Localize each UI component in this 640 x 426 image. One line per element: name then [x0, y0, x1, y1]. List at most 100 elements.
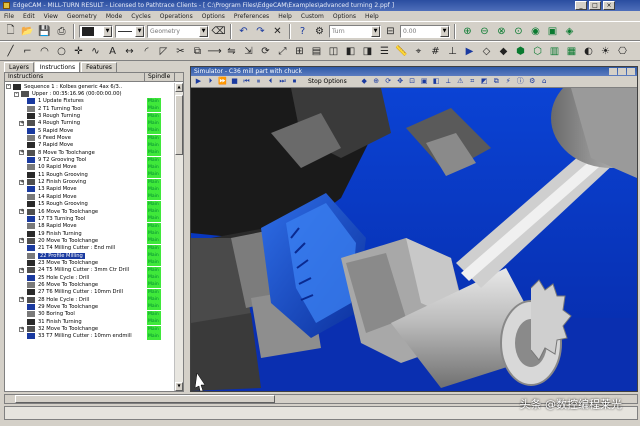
instruction-row[interactable]: 26 Move To Toolchange Main	[5, 281, 175, 289]
instruction-row[interactable]: 19 Finish Turning Main	[5, 230, 175, 238]
fixture-icon[interactable]: ◧	[432, 77, 441, 86]
instruction-row[interactable]: +24 T5 Milling Cutter : 3mm Ctr Drill Mai…	[5, 266, 175, 274]
redo-icon[interactable]: ↷	[253, 24, 268, 39]
tree-expander-icon[interactable]: +	[19, 209, 24, 215]
fast-forward-icon[interactable]: ⏩	[218, 77, 227, 86]
selected-instruction-row[interactable]: 22 Profile Milling Main	[5, 252, 175, 260]
view-cube-icon[interactable]: ◆	[360, 77, 369, 86]
zoom-icon[interactable]: ⊕	[372, 77, 381, 86]
column-instructions[interactable]: Instructions	[5, 73, 145, 81]
tree-expander-icon[interactable]: -	[6, 84, 11, 90]
scroll-thumb[interactable]	[175, 95, 183, 155]
vertical-scrollbar[interactable]: ▲ ▼	[174, 83, 183, 391]
compare-icon[interactable]: ⧉	[492, 77, 501, 86]
column-spindle[interactable]: Spindle	[145, 73, 175, 81]
tab-features[interactable]: Features	[81, 62, 117, 72]
instruction-row[interactable]: 23 Move To Toolchange Main	[5, 259, 175, 267]
zoom-icon[interactable]: ⊕	[460, 24, 475, 39]
redraw-icon[interactable]: ▣	[545, 24, 560, 39]
instruction-row[interactable]: 25 Hole Cycle : Drill Main	[5, 274, 175, 282]
instruction-row[interactable]: 33 T7 Milling Cutter : 10mm endmill Main	[5, 332, 175, 340]
cpl-tool-icon[interactable]: ⊥	[445, 44, 460, 59]
instruction-row[interactable]: 17 T3 Turning Tool Main	[5, 215, 175, 223]
step-back-icon[interactable]: ⏴	[266, 77, 275, 86]
mirror-tool-icon[interactable]: ⇋	[224, 44, 239, 59]
tab-instructions[interactable]: Instructions	[34, 62, 81, 72]
instruction-row[interactable]: 14 Rapid Move Main	[5, 193, 175, 201]
menu-file[interactable]: File	[4, 13, 14, 20]
menu-help[interactable]: Help	[278, 13, 292, 20]
line-tool-icon[interactable]: ╱	[3, 44, 18, 59]
wireframe-icon[interactable]: ◇	[479, 44, 494, 59]
instruction-row[interactable]: 2 T1 Turning Tool Main	[5, 105, 175, 113]
scroll-down-icon[interactable]: ▼	[175, 382, 183, 391]
fit-view-icon[interactable]: ⊡	[408, 77, 417, 86]
menu-geometry[interactable]: Geometry	[67, 13, 97, 20]
menu-preferences[interactable]: Preferences	[234, 13, 269, 20]
rotate-tool-icon[interactable]: ⟳	[258, 44, 273, 59]
solid-tool-icon[interactable]: ◧	[343, 44, 358, 59]
offset-tool-icon[interactable]: ⧉	[190, 44, 205, 59]
side-view-icon[interactable]: ▦	[564, 44, 579, 59]
speed-icon[interactable]: ⚡	[504, 77, 513, 86]
tree-expander-icon[interactable]: +	[19, 120, 24, 126]
render-icon[interactable]: ◐	[581, 44, 596, 59]
grid-tool-icon[interactable]: #	[428, 44, 443, 59]
fillet-tool-icon[interactable]: ◜	[139, 44, 154, 59]
tool-select-icon[interactable]: ⊟	[383, 24, 398, 39]
layer-tool-icon[interactable]: ☰	[377, 44, 392, 59]
instruction-row[interactable]: +16 Move To Toolchange Main	[5, 208, 175, 216]
iso-view-icon[interactable]: ⬢	[513, 44, 528, 59]
menu-custom[interactable]: Custom	[301, 13, 324, 20]
step-icon[interactable]: ⏵	[206, 77, 215, 86]
scroll-up-icon[interactable]: ▲	[175, 83, 183, 92]
geometry-combo[interactable]: Geometry ▼	[147, 24, 209, 38]
simulation-viewport[interactable]	[191, 88, 637, 391]
sim-close-button[interactable]	[627, 68, 635, 75]
stop-icon[interactable]: ■	[230, 77, 239, 86]
linestyle-combo[interactable]: ▼	[115, 24, 145, 38]
instruction-row[interactable]: 3 Rough Turning Main	[5, 112, 175, 120]
value-combo[interactable]: 0.00 ▼	[400, 24, 450, 38]
eraser-icon[interactable]: ⌫	[211, 24, 226, 39]
transform-tool-icon[interactable]: ⇲	[241, 44, 256, 59]
tree-expander-icon[interactable]: +	[19, 297, 24, 303]
instruction-row[interactable]: +12 Finish Grooving Main	[5, 178, 175, 186]
instruction-row[interactable]: 31 Finish Turning Main	[5, 318, 175, 326]
scale-tool-icon[interactable]: ⤢	[275, 44, 290, 59]
surface-tool-icon[interactable]: ◫	[326, 44, 341, 59]
mode-switch-icon[interactable]: ⚙	[312, 24, 327, 39]
sim-minimize-button[interactable]	[609, 68, 617, 75]
instruction-row[interactable]: 11 Rough Grooving Main	[5, 171, 175, 179]
circle-tool-icon[interactable]: ○	[54, 44, 69, 59]
pan-icon[interactable]: ◉	[528, 24, 543, 39]
instruction-row[interactable]: +28 Hole Cycle : Drill Main	[5, 296, 175, 304]
home-view-icon[interactable]: ⌂	[540, 77, 549, 86]
end-icon[interactable]: ⏭	[278, 77, 287, 86]
print-icon[interactable]: ⎙	[54, 24, 69, 39]
instruction-row[interactable]: 10 Rapid Move Main	[5, 163, 175, 171]
query-icon[interactable]: ?	[295, 24, 310, 39]
menu-operations[interactable]: Operations	[160, 13, 193, 20]
color-combo[interactable]: ▼	[79, 24, 113, 38]
rotate-view-icon[interactable]: ⟳	[384, 77, 393, 86]
instruction-row[interactable]: 21 T4 Milling Cutter : End mill Main	[5, 244, 175, 252]
instruction-row[interactable]: 6 Feed Move Main	[5, 134, 175, 142]
front-view-icon[interactable]: ▥	[547, 44, 562, 59]
menu-mode[interactable]: Mode	[106, 13, 122, 20]
instruction-row[interactable]: 29 Move To Toolchange Main	[5, 303, 175, 311]
tab-layers[interactable]: Layers	[4, 62, 34, 72]
instruction-row[interactable]: 13 Rapid Move Main	[5, 185, 175, 193]
rewind-icon[interactable]: ⏮	[242, 77, 251, 86]
instruction-row[interactable]: +8 Move To Toolchange Main	[5, 149, 175, 157]
dimension-tool-icon[interactable]: ↔	[122, 44, 137, 59]
top-view-icon[interactable]: ⬡	[530, 44, 545, 59]
tree-expander-icon[interactable]: -	[14, 91, 19, 97]
undo-icon[interactable]: ↶	[236, 24, 251, 39]
pan-view-icon[interactable]: ✥	[396, 77, 405, 86]
instruction-row[interactable]: +4 Rough Turning Main	[5, 119, 175, 127]
camera-icon[interactable]: ⎔	[615, 44, 630, 59]
new-file-icon[interactable]: 🗋	[3, 24, 18, 39]
array-tool-icon[interactable]: ⊞	[292, 44, 307, 59]
instruction-row[interactable]: +20 Move To Toolchange Main	[5, 237, 175, 245]
